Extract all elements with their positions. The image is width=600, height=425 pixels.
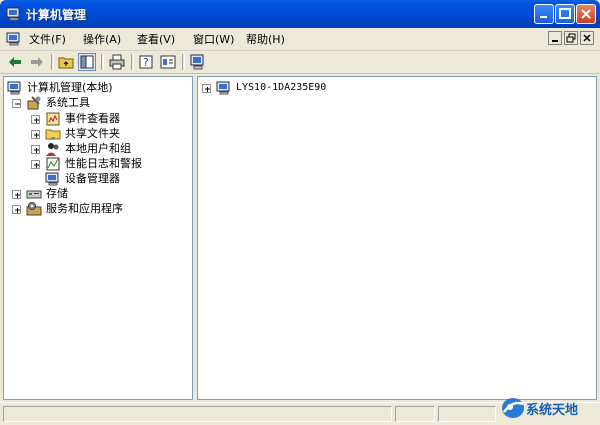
shared-folder-icon	[45, 126, 61, 142]
expand-toggle[interactable]	[12, 190, 21, 199]
menu-help[interactable]: 帮助(H)	[246, 31, 285, 47]
performance-logs-icon	[45, 156, 61, 172]
title-bar[interactable]: 计算机管理	[0, 0, 600, 28]
computer-icon	[216, 80, 232, 96]
tree-label: 系统工具	[46, 96, 90, 109]
device-manager-icon	[45, 171, 61, 187]
menu-window[interactable]: 窗口(W)	[193, 31, 234, 47]
minimize-button[interactable]	[534, 4, 554, 24]
expand-toggle[interactable]	[31, 160, 40, 169]
document-icon[interactable]	[6, 31, 22, 47]
computer-icon[interactable]	[189, 53, 207, 71]
expand-toggle[interactable]	[31, 130, 40, 139]
back-arrow-icon[interactable]	[6, 53, 24, 71]
expand-toggle[interactable]	[202, 84, 211, 93]
tree-label: 服务和应用程序	[46, 202, 123, 215]
toolbar: ?	[0, 51, 600, 74]
console-tree[interactable]: 计算机管理(本地) 系统工具 事件查看器 共享文件夹 本地用户和组 性能日志和警…	[3, 76, 193, 400]
computer-management-icon	[6, 6, 22, 22]
menu-file[interactable]: 文件(F)	[29, 31, 66, 47]
close-button[interactable]	[576, 4, 596, 24]
child-close-button[interactable]	[580, 31, 594, 45]
toolbar-separator	[101, 54, 104, 70]
computer-name: LYS10-1DA235E90	[236, 82, 327, 93]
maximize-button[interactable]	[555, 4, 575, 24]
collapse-toggle[interactable]	[12, 99, 21, 108]
expand-toggle[interactable]	[31, 115, 40, 124]
window-title: 计算机管理	[26, 8, 87, 22]
system-tools-icon	[26, 95, 42, 111]
print-icon[interactable]	[108, 53, 126, 71]
svg-text:?: ?	[143, 56, 149, 69]
computer-icon	[7, 80, 23, 96]
menu-view[interactable]: 查看(V)	[137, 31, 175, 47]
properties-icon[interactable]	[159, 53, 177, 71]
tree-label: 本地用户和组	[65, 142, 131, 155]
services-icon	[26, 201, 42, 217]
expand-toggle[interactable]	[12, 205, 21, 214]
users-group-icon	[45, 141, 61, 157]
tree-label: 性能日志和警报	[65, 157, 142, 170]
tree-label: 设备管理器	[65, 172, 120, 185]
status-cell	[3, 406, 392, 422]
forward-arrow-icon[interactable]	[28, 53, 46, 71]
child-restore-button[interactable]	[564, 31, 578, 45]
menu-bar: 文件(F) 操作(A) 查看(V) 窗口(W) 帮助(H)	[0, 28, 600, 51]
toolbar-separator	[51, 54, 54, 70]
expand-toggle[interactable]	[31, 145, 40, 154]
show-hide-tree-icon[interactable]	[78, 53, 96, 71]
storage-icon	[26, 186, 42, 202]
toolbar-separator	[182, 54, 185, 70]
help-icon[interactable]: ?	[138, 53, 156, 71]
watermark-text: 系统天地	[526, 403, 579, 418]
tree-label: 共享文件夹	[65, 127, 120, 140]
toolbar-separator	[131, 54, 134, 70]
watermark-logo-icon	[500, 396, 526, 423]
up-folder-icon[interactable]	[57, 53, 75, 71]
tree-label: 存储	[46, 187, 68, 200]
watermark: 系统天地	[496, 392, 600, 424]
status-cell	[395, 406, 435, 422]
event-viewer-icon	[45, 111, 61, 127]
tree-label: 计算机管理(本地)	[27, 81, 113, 94]
child-minimize-button[interactable]	[548, 31, 562, 45]
menu-action[interactable]: 操作(A)	[83, 31, 121, 47]
status-cell	[438, 406, 496, 422]
tree-label: 事件查看器	[65, 112, 120, 125]
details-pane[interactable]: LYS10-1DA235E90	[197, 76, 597, 400]
